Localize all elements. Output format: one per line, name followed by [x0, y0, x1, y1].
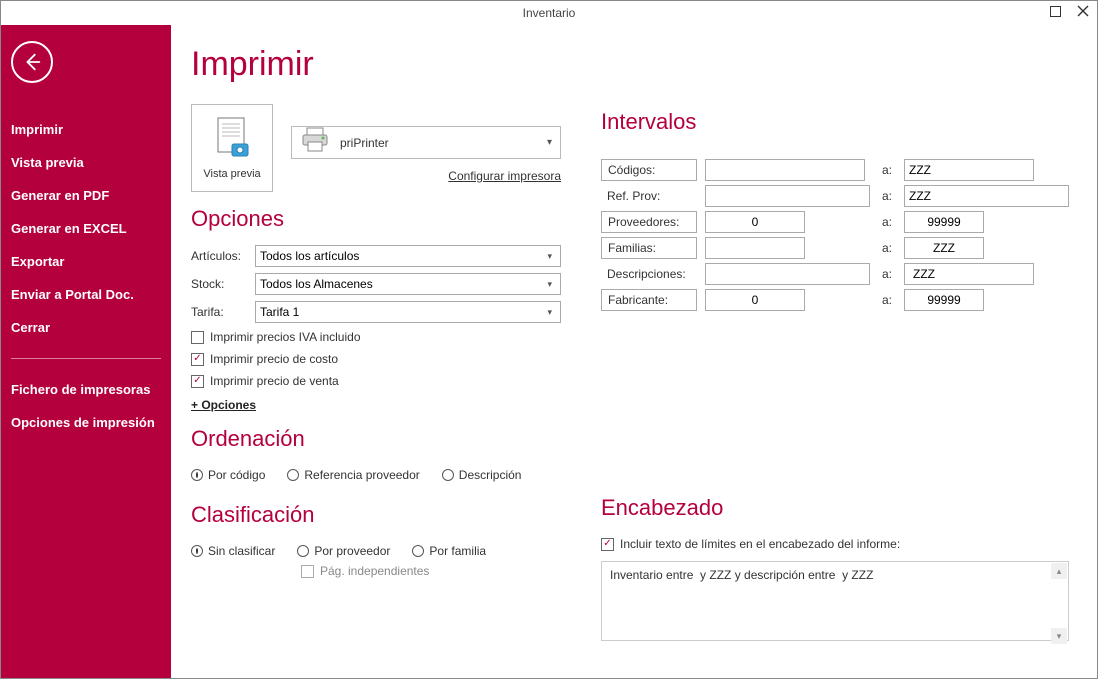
- nav-imprimir[interactable]: Imprimir: [11, 113, 161, 146]
- chk-incluir-limites-label: Incluir texto de límites en el encabezad…: [620, 537, 900, 551]
- radio-icon: [442, 469, 454, 481]
- sidebar-divider: [11, 358, 161, 359]
- radio-icon: [287, 469, 299, 481]
- familias-to-input[interactable]: [904, 237, 984, 259]
- window-title: Inventario: [523, 6, 576, 20]
- page-title: Imprimir: [191, 45, 561, 84]
- fabricante-to-input[interactable]: [904, 289, 984, 311]
- a-label: a:: [878, 189, 896, 203]
- chk-venta[interactable]: [191, 375, 204, 388]
- radio-sin-clasificar[interactable]: Sin clasificar: [191, 544, 275, 558]
- encabezado-title: Encabezado: [601, 495, 1069, 521]
- radio-por-proveedor[interactable]: Por proveedor: [297, 544, 390, 558]
- codigos-label: Códigos:: [601, 159, 697, 181]
- descripciones-label: Descripciones:: [601, 263, 697, 285]
- refprov-to-input[interactable]: [904, 185, 1069, 207]
- nav-enviar-portal[interactable]: Enviar a Portal Doc.: [11, 278, 161, 311]
- proveedores-from-input[interactable]: [705, 211, 805, 233]
- chk-iva-label: Imprimir precios IVA incluido: [210, 330, 361, 344]
- nav-vista-previa[interactable]: Vista previa: [11, 146, 161, 179]
- nav-generar-pdf[interactable]: Generar en PDF: [11, 179, 161, 212]
- tarifa-label: Tarifa:: [191, 305, 247, 319]
- a-label: a:: [878, 293, 896, 307]
- nav-cerrar[interactable]: Cerrar: [11, 311, 161, 344]
- nav-opciones-impresion[interactable]: Opciones de impresión: [11, 406, 161, 439]
- nav-fichero-impresoras[interactable]: Fichero de impresoras: [11, 373, 161, 406]
- descripciones-from-input[interactable]: [705, 263, 870, 285]
- scroll-up-icon[interactable]: ▴: [1051, 563, 1067, 579]
- stock-select[interactable]: Todos los Almacenes ▾: [255, 273, 561, 295]
- window-maximize-icon[interactable]: [1047, 3, 1063, 19]
- fabricante-label: Fabricante:: [601, 289, 697, 311]
- opciones-title: Opciones: [191, 206, 561, 232]
- mas-opciones-link[interactable]: + Opciones: [191, 398, 561, 412]
- chevron-down-icon: ▾: [547, 137, 552, 148]
- radio-por-codigo[interactable]: Por código: [191, 468, 265, 482]
- chevron-down-icon: ▾: [547, 307, 556, 318]
- codigos-to-input[interactable]: [904, 159, 1034, 181]
- radio-ref-proveedor-label: Referencia proveedor: [304, 468, 419, 482]
- chk-iva[interactable]: [191, 331, 204, 344]
- printer-select[interactable]: priPrinter ▾: [291, 126, 561, 159]
- chk-incluir-limites[interactable]: [601, 538, 614, 551]
- clasificacion-title: Clasificación: [191, 502, 561, 528]
- scroll-down-icon[interactable]: ▾: [1051, 628, 1067, 644]
- radio-icon: [191, 469, 203, 481]
- radio-icon: [297, 545, 309, 557]
- chevron-down-icon: ▾: [547, 279, 556, 290]
- proveedores-label: Proveedores:: [601, 211, 697, 233]
- a-label: a:: [878, 215, 896, 229]
- sidebar: Imprimir Vista previa Generar en PDF Gen…: [1, 25, 171, 678]
- stock-label: Stock:: [191, 277, 247, 291]
- chk-pag-independientes-label: Pág. independientes: [320, 564, 429, 578]
- articulos-label: Artículos:: [191, 249, 247, 263]
- radio-sin-clasificar-label: Sin clasificar: [208, 544, 275, 558]
- proveedores-to-input[interactable]: [904, 211, 984, 233]
- a-label: a:: [878, 267, 896, 281]
- nav-generar-excel[interactable]: Generar en EXCEL: [11, 212, 161, 245]
- radio-por-familia[interactable]: Por familia: [412, 544, 486, 558]
- radio-ref-proveedor[interactable]: Referencia proveedor: [287, 468, 419, 482]
- descripciones-to-input[interactable]: [904, 263, 1034, 285]
- textarea-scrollbar[interactable]: ▴ ▾: [1051, 563, 1067, 644]
- articulos-select[interactable]: Todos los artículos ▾: [255, 245, 561, 267]
- codigos-from-input[interactable]: [705, 159, 865, 181]
- printer-name: priPrinter: [340, 136, 537, 150]
- encabezado-textarea[interactable]: [601, 561, 1069, 641]
- radio-por-proveedor-label: Por proveedor: [314, 544, 390, 558]
- preview-label: Vista previa: [203, 168, 260, 180]
- intervalos-title: Intervalos: [601, 109, 1069, 135]
- radio-icon: [412, 545, 424, 557]
- title-bar: Inventario: [1, 1, 1097, 25]
- nav-exportar[interactable]: Exportar: [11, 245, 161, 278]
- configure-printer-link[interactable]: Configurar impresora: [291, 169, 561, 183]
- document-preview-icon: [212, 116, 252, 164]
- chk-costo[interactable]: [191, 353, 204, 366]
- back-button[interactable]: [11, 41, 53, 83]
- tarifa-value: Tarifa 1: [260, 305, 299, 319]
- familias-from-input[interactable]: [705, 237, 805, 259]
- chevron-down-icon: ▾: [547, 251, 556, 262]
- radio-descripcion-label: Descripción: [459, 468, 522, 482]
- chk-venta-label: Imprimir precio de venta: [210, 374, 339, 388]
- chk-pag-independientes[interactable]: [301, 565, 314, 578]
- ordenacion-title: Ordenación: [191, 426, 561, 452]
- stock-value: Todos los Almacenes: [260, 277, 373, 291]
- a-label: a:: [878, 163, 896, 177]
- window-close-icon[interactable]: [1075, 3, 1091, 19]
- preview-button[interactable]: Vista previa: [191, 104, 273, 192]
- fabricante-from-input[interactable]: [705, 289, 805, 311]
- chk-costo-label: Imprimir precio de costo: [210, 352, 338, 366]
- radio-por-familia-label: Por familia: [429, 544, 486, 558]
- refprov-from-input[interactable]: [705, 185, 870, 207]
- tarifa-select[interactable]: Tarifa 1 ▾: [255, 301, 561, 323]
- familias-label: Familias:: [601, 237, 697, 259]
- articulos-value: Todos los artículos: [260, 249, 359, 263]
- radio-descripcion[interactable]: Descripción: [442, 468, 522, 482]
- printer-icon: [300, 127, 330, 158]
- radio-por-codigo-label: Por código: [208, 468, 265, 482]
- radio-icon: [191, 545, 203, 557]
- a-label: a:: [878, 241, 896, 255]
- refprov-label: Ref. Prov:: [601, 185, 697, 207]
